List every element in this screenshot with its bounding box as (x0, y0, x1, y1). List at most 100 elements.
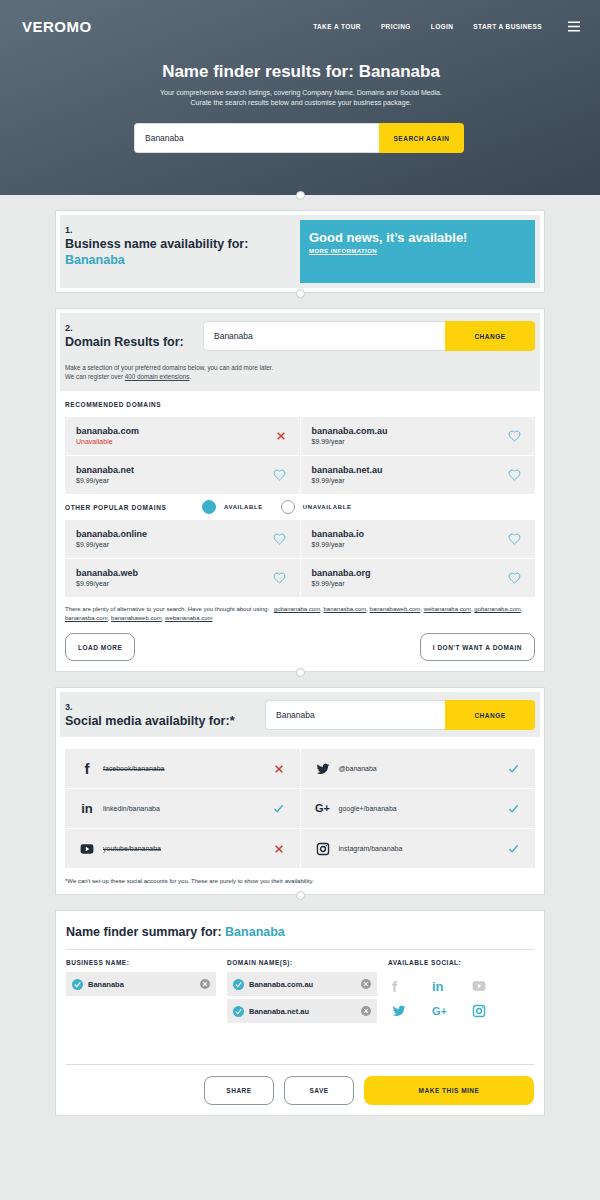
business-column: BUSINESS NAME: Bananaba (66, 959, 216, 1064)
business-name: Bananaba (65, 253, 125, 267)
save-button[interactable]: SAVE (284, 1076, 354, 1105)
google-icon: G+ (315, 803, 330, 814)
instagram-icon (316, 842, 330, 856)
more-information-link[interactable]: MORE INFORMATION (309, 248, 526, 254)
remove-icon[interactable] (361, 1006, 371, 1016)
step-number: 1. (65, 224, 296, 236)
filter-option[interactable]: UNAVAILABLE (281, 500, 352, 514)
domain-option[interactable]: bananaba.net.au $9.99/year (301, 456, 536, 494)
top-bar: VEROMO TAKE A TOUR PRICING LOGIN START A BU… (22, 18, 580, 35)
social-handle: youtube/bananaba (103, 845, 266, 852)
social-row: in linkedin/bananaba (65, 789, 300, 828)
business-card: 1. Business name availability for: Banan… (55, 210, 545, 293)
domain-option[interactable]: bananaba.org $9.99/year (301, 559, 536, 597)
other-list: bananaba.online $9.99/year bananaba.io $… (65, 520, 535, 597)
search-input[interactable]: Bananaba (134, 123, 379, 153)
change-button[interactable]: CHANGE (445, 321, 535, 351)
alternative-link[interactable]: bananabaweb.com (111, 615, 162, 621)
domains-body: RECOMMENDED DOMAINS bananaba.com Unavail… (60, 391, 540, 667)
nav-item[interactable]: LOGIN (431, 23, 454, 30)
change-button[interactable]: CHANGE (445, 700, 535, 730)
nav-item[interactable]: START A BUSINESS (473, 23, 542, 30)
social-row: instagram/bananaba (301, 829, 536, 868)
heart-icon[interactable] (273, 572, 286, 585)
summary-columns: BUSINESS NAME: Bananaba DOMAIN NAME(S): … (66, 950, 534, 1065)
youtube-icon (80, 842, 94, 856)
share-button[interactable]: SHARE (204, 1076, 274, 1105)
heart-icon[interactable] (508, 572, 521, 585)
alternative-link[interactable]: webananaba.com (424, 606, 471, 612)
summary-name: Bananaba (225, 925, 285, 939)
remove-icon[interactable] (200, 979, 210, 989)
domain-price: $9.99/year (312, 437, 388, 447)
domain-option[interactable]: bananaba.com Unavailable (65, 417, 300, 455)
social-icon-grid: finG+ (388, 972, 534, 1019)
alternative-link[interactable]: bananasba.com (65, 615, 108, 621)
heart-icon[interactable] (508, 430, 521, 443)
nav-item[interactable]: PRICING (381, 23, 411, 30)
menu-icon[interactable] (568, 21, 580, 32)
heart-icon[interactable] (508, 469, 521, 482)
alternative-link[interactable]: bananasba.com (324, 606, 367, 612)
domain-option[interactable]: bananaba.com.au $9.99/year (301, 417, 536, 455)
logo[interactable]: VEROMO (22, 18, 92, 35)
social-input[interactable]: Bananaba (265, 700, 445, 730)
extensions-link[interactable]: 400 domain extensions (125, 373, 190, 380)
social-handle: linkedin/bananaba (103, 805, 265, 812)
social-column: AVAILABLE SOCIAL: finG+ (388, 959, 534, 1064)
recommended-list: bananaba.com Unavailable bananaba.com.au… (65, 417, 535, 494)
domain-price: Unavailable (76, 437, 139, 447)
heart-icon[interactable] (273, 533, 286, 546)
social-row: G+ google+/bananaba (301, 789, 536, 828)
hero-title: Name finder results for: Bananaba (22, 61, 580, 83)
domain-option[interactable]: bananaba.online $9.99/year (65, 520, 300, 558)
filter-option[interactable]: AVAILABLE (202, 500, 263, 514)
availability-box: Good news, it’s available! MORE INFORMAT… (300, 220, 535, 283)
step-connector (0, 195, 600, 210)
check-icon[interactable] (233, 979, 244, 990)
check-icon[interactable] (72, 979, 83, 990)
cross-icon (274, 844, 284, 854)
social-handle: google+/bananaba (339, 805, 501, 812)
domain-option[interactable]: bananaba.web $9.99/year (65, 559, 300, 597)
make-this-mine-button[interactable]: MAKE THIS MINE (364, 1076, 534, 1105)
heart-icon[interactable] (273, 469, 286, 482)
social-row: youtube/bananaba (65, 829, 300, 868)
step-number: 3. (65, 701, 255, 713)
column-label: BUSINESS NAME: (66, 959, 216, 966)
heart-icon[interactable] (508, 533, 521, 546)
domain-option[interactable]: bananaba.net $9.99/year (65, 456, 300, 494)
check-icon[interactable] (233, 1006, 244, 1017)
summary-title: Name finder summary for: Bananaba (66, 925, 534, 950)
summary-card: Name finder summary for: Bananaba BUSINE… (55, 910, 545, 1116)
chip-label: Bananaba.com.au (249, 980, 356, 989)
search-button[interactable]: SEARCH AGAIN (379, 123, 464, 153)
domain-option[interactable]: bananaba.io $9.99/year (301, 520, 536, 558)
alternative-link[interactable]: gobananaba.com (274, 606, 320, 612)
linkedin-icon: in (432, 980, 444, 993)
check-icon (508, 843, 519, 854)
no-domain-button[interactable]: I DON'T WANT A DOMAIN (420, 633, 535, 661)
nav-item[interactable]: TAKE A TOUR (313, 23, 361, 30)
twitter-icon (316, 762, 330, 776)
alternative-link[interactable]: gobananaba.com (474, 606, 520, 612)
domain-price: $9.99/year (312, 476, 383, 486)
remove-icon[interactable] (361, 979, 371, 989)
other-heading-row: OTHER POPULAR DOMAINS AVAILABLE UNAVAILA… (65, 494, 535, 520)
chip-label: Bananaba (88, 980, 195, 989)
filter-label: UNAVAILABLE (303, 504, 352, 510)
load-more-button[interactable]: LOAD MORE (65, 633, 135, 661)
domain-input[interactable]: Bananaba (203, 321, 445, 351)
social-row: f facebook/bananaba (65, 749, 300, 788)
alternative-link[interactable]: bananabaweb.com (370, 606, 421, 612)
radio-icon[interactable] (281, 500, 295, 514)
domain-name: bananaba.io (312, 528, 365, 540)
cross-icon (274, 764, 284, 774)
recommended-heading: RECOMMENDED DOMAINS (65, 391, 535, 417)
facebook-icon: f (392, 979, 397, 994)
social-handle: facebook/bananaba (103, 765, 266, 772)
radio-icon[interactable] (202, 500, 216, 514)
business-panel: 1. Business name availability for: Banan… (60, 215, 540, 288)
cross-icon (276, 431, 286, 441)
alternative-link[interactable]: webananaba.com (165, 615, 212, 621)
